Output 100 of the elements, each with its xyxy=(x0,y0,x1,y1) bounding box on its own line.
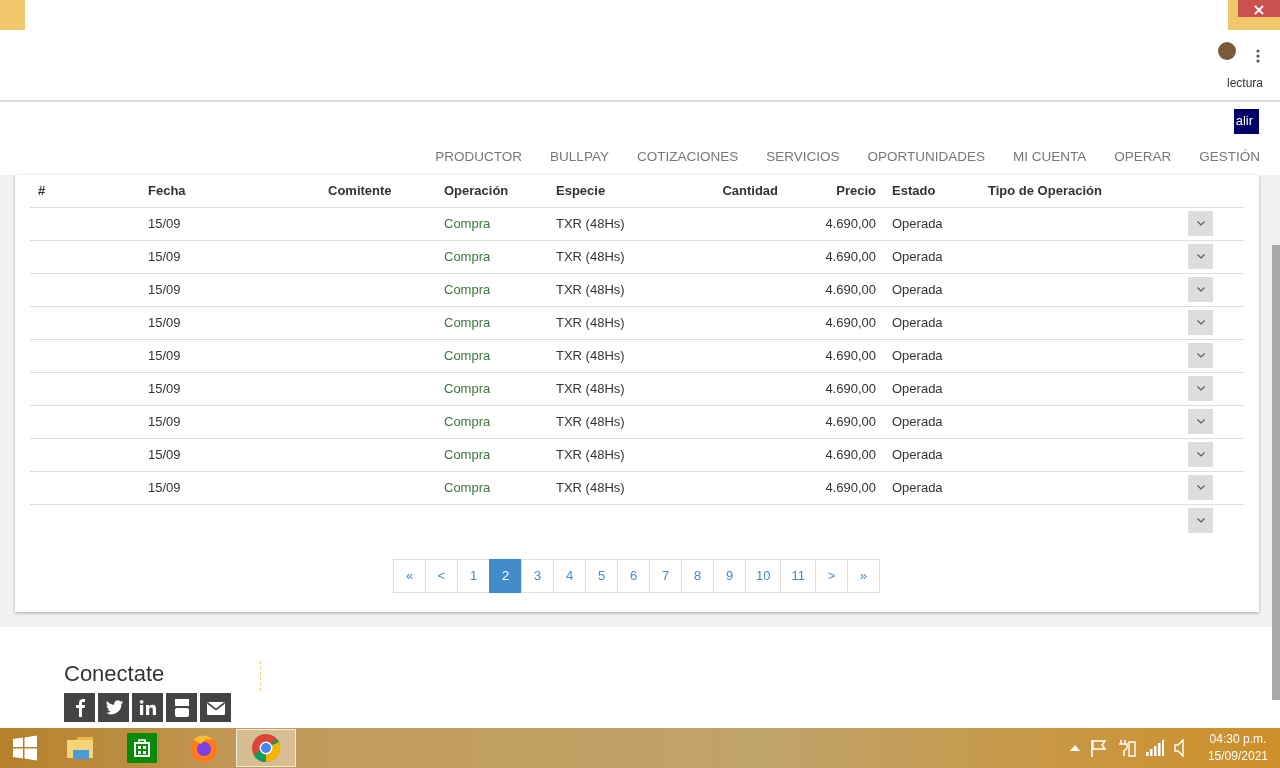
page-link[interactable]: 6 xyxy=(617,559,650,593)
taskbar-app[interactable] xyxy=(236,729,296,767)
column-header: Cantidad xyxy=(700,175,786,207)
clock-time[interactable]: 04:30 p.m. xyxy=(1207,731,1268,748)
table-cell: TXR (48Hs) xyxy=(556,215,625,231)
table-cell: TXR (48Hs) xyxy=(556,380,625,396)
avatar-icon[interactable] xyxy=(1218,42,1236,60)
browser-logo-icon xyxy=(250,732,282,764)
table-cell: 15/09 xyxy=(148,413,181,429)
close-icon xyxy=(1254,4,1264,15)
table-cell: Operada xyxy=(892,479,943,495)
nav-link[interactable]: SERVICIOS xyxy=(766,147,840,168)
table-cell: Operada xyxy=(892,314,943,330)
table-cell: Compra xyxy=(444,446,491,462)
table-cell: TXR (48Hs) xyxy=(556,479,625,495)
column-header: # xyxy=(30,175,140,207)
nav-link[interactable]: GESTIÓN xyxy=(1199,147,1260,168)
table-cell: Operada xyxy=(892,215,943,231)
reading-mode-label[interactable]: lectura xyxy=(1227,74,1264,92)
close-button[interactable] xyxy=(1238,0,1280,17)
table-cell: Compra xyxy=(444,479,491,495)
chevron-down-icon xyxy=(1196,254,1205,259)
table-cell: TXR (48Hs) xyxy=(556,413,625,429)
flag-icon[interactable] xyxy=(1089,739,1108,757)
table-cell: Operada xyxy=(892,413,943,429)
logout-button[interactable]: alir xyxy=(1233,108,1259,134)
table-cell: 15/09 xyxy=(148,314,181,330)
page-link[interactable]: 3 xyxy=(521,559,554,593)
nav-link[interactable]: PRODUCTOR xyxy=(435,147,523,168)
windows-start-icon[interactable] xyxy=(12,735,38,761)
column-header: Precio xyxy=(786,175,884,207)
page-link[interactable]: 10 xyxy=(745,559,782,593)
table-cell: Operada xyxy=(892,248,943,264)
table-cell: 15/09 xyxy=(148,446,181,462)
table-cell: 4.690,00 xyxy=(825,215,876,231)
table-cell: 4.690,00 xyxy=(825,281,876,297)
dropdown-toggle-button[interactable] xyxy=(1188,376,1213,401)
dropdown-toggle-button[interactable] xyxy=(1188,475,1213,500)
page-link[interactable]: 5 xyxy=(585,559,618,593)
column-header: Operación xyxy=(436,175,548,207)
nav-link[interactable]: OPERAR xyxy=(1114,147,1172,168)
dropdown-toggle-button[interactable] xyxy=(1188,442,1213,467)
nav-link[interactable]: COTIZACIONES xyxy=(636,147,739,168)
chevron-down-icon xyxy=(1196,221,1205,226)
page-link[interactable]: 9 xyxy=(713,559,746,593)
chevron-down-icon xyxy=(1196,320,1205,325)
social-link[interactable] xyxy=(132,693,163,722)
nav-link[interactable]: OPORTUNIDADES xyxy=(867,147,985,168)
dropdown-toggle-button[interactable] xyxy=(1188,343,1213,368)
menu-icon[interactable] xyxy=(1256,48,1260,63)
clock-date[interactable]: 15/09/2021 xyxy=(1207,748,1268,765)
dropdown-toggle-button[interactable] xyxy=(1188,409,1213,434)
nav-link[interactable]: MI CUENTA xyxy=(1012,147,1087,168)
table-cell: Compra xyxy=(444,380,491,396)
table-cell: Compra xyxy=(444,347,491,363)
social-link[interactable] xyxy=(166,693,197,722)
table-cell: Operada xyxy=(892,281,943,297)
table-cell: 15/09 xyxy=(148,281,181,297)
battery-plug-icon[interactable] xyxy=(1117,739,1136,757)
shopping-bag-icon xyxy=(126,732,158,764)
page-link[interactable]: 2 xyxy=(489,559,522,593)
page-link[interactable]: > xyxy=(815,559,848,593)
table-cell: 4.690,00 xyxy=(825,248,876,264)
social-link[interactable] xyxy=(200,693,231,722)
dropdown-toggle-button[interactable] xyxy=(1188,310,1213,335)
up-arrow-icon[interactable] xyxy=(1069,744,1080,752)
chevron-down-icon xyxy=(1196,353,1205,358)
table-cell: 4.690,00 xyxy=(825,413,876,429)
column-header: Tipo de Operación xyxy=(980,175,1180,207)
page-link[interactable]: « xyxy=(393,559,426,593)
social-link[interactable] xyxy=(98,693,129,722)
dropdown-toggle-button[interactable] xyxy=(1188,277,1213,302)
dropdown-toggle-button[interactable] xyxy=(1188,244,1213,269)
table-cell: Operada xyxy=(892,446,943,462)
table-cell: Compra xyxy=(444,314,491,330)
nav-link[interactable]: BULLPAY xyxy=(550,147,609,168)
dropdown-toggle-button[interactable] xyxy=(1188,211,1213,236)
chevron-down-icon xyxy=(1196,452,1205,457)
table-cell: TXR (48Hs) xyxy=(556,314,625,330)
page-link[interactable]: » xyxy=(847,559,880,593)
chevron-down-icon xyxy=(1196,386,1205,391)
social-link[interactable] xyxy=(64,693,95,722)
column-header: Comitente xyxy=(320,175,436,207)
table-cell: 15/09 xyxy=(148,215,181,231)
speaker-icon[interactable] xyxy=(1173,739,1184,757)
page-link[interactable]: 11 xyxy=(780,559,816,593)
table-cell: TXR (48Hs) xyxy=(556,248,625,264)
signal-bars-icon[interactable] xyxy=(1145,740,1164,756)
column-header: Especie xyxy=(548,175,700,207)
footer-heading: Conectate xyxy=(64,660,165,688)
chevron-down-icon xyxy=(1196,419,1205,424)
table-cell: Compra xyxy=(444,215,491,231)
page-link[interactable]: 1 xyxy=(457,559,490,593)
dropdown-toggle-button[interactable] xyxy=(1188,508,1213,534)
page-link[interactable]: < xyxy=(425,559,458,593)
scrollbar-thumb[interactable] xyxy=(1272,245,1280,700)
page-link[interactable]: 8 xyxy=(681,559,714,593)
table-cell: Operada xyxy=(892,380,943,396)
page-link[interactable]: 7 xyxy=(649,559,682,593)
page-link[interactable]: 4 xyxy=(553,559,586,593)
